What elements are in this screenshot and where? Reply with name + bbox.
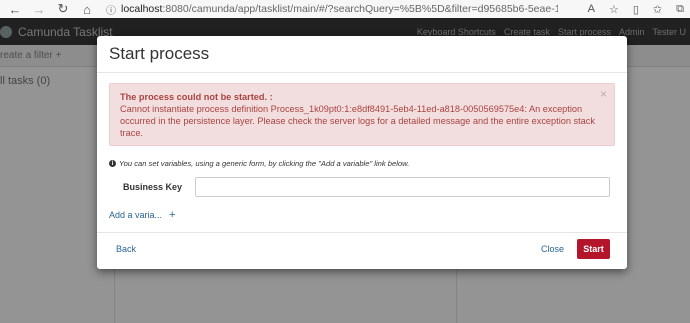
read-aloud-icon[interactable]: A	[588, 3, 595, 15]
modal-header: Start process	[97, 36, 627, 73]
info-icon[interactable]: ⓘ	[106, 2, 116, 17]
close-icon[interactable]: ×	[600, 88, 607, 100]
info-text: i You can set variables, using a generic…	[109, 159, 615, 168]
start-button[interactable]: Start	[577, 239, 610, 259]
back-button[interactable]: Back	[116, 244, 136, 254]
alert-title: The process could not be started. :	[120, 92, 273, 102]
info-text-label: You can set variables, using a generic f…	[119, 159, 410, 168]
business-key-label: Business Key	[122, 182, 182, 192]
collections-icon[interactable]: ⧉	[676, 3, 684, 16]
plus-icon[interactable]: +	[169, 209, 175, 221]
start-process-dialog: Start process × The process could not be…	[97, 36, 627, 269]
back-arrow-icon[interactable]: ←	[6, 0, 24, 18]
browser-toolbar: ← → ↻ ⌂ ⓘ localhost:8080/camunda/app/tas…	[0, 0, 690, 18]
refresh-icon[interactable]: ↻	[54, 0, 72, 18]
browser-actions: A ☆ ▯ ✩ ⧉	[588, 0, 684, 18]
info-circle-icon: i	[109, 160, 116, 167]
business-key-input[interactable]	[195, 177, 610, 197]
split-screen-icon[interactable]: ▯	[633, 3, 639, 16]
modal-title: Start process	[109, 44, 210, 63]
business-key-row: Business Key	[109, 177, 615, 197]
address-bar[interactable]: ⓘ localhost:8080/camunda/app/tasklist/ma…	[106, 1, 558, 17]
url-path: :8080/camunda/app/tasklist/main/#/?searc…	[162, 3, 558, 15]
favorites-icon[interactable]: ✩	[653, 3, 662, 16]
modal-footer: Back Close Start	[97, 232, 627, 269]
add-variable-label[interactable]: Add a varia...	[109, 210, 162, 220]
alert-message: Cannot instantiate process definition Pr…	[120, 104, 595, 138]
add-variable-link[interactable]: Add a varia... +	[109, 209, 615, 221]
error-alert: × The process could not be started. : Ca…	[109, 83, 615, 146]
url-host: localhost	[121, 3, 163, 15]
home-icon[interactable]: ⌂	[78, 0, 96, 18]
modal-body: × The process could not be started. : Ca…	[97, 73, 627, 232]
close-button[interactable]: Close	[541, 244, 564, 254]
favorite-star-icon[interactable]: ☆	[609, 3, 619, 16]
forward-arrow-icon[interactable]: →	[30, 0, 48, 18]
